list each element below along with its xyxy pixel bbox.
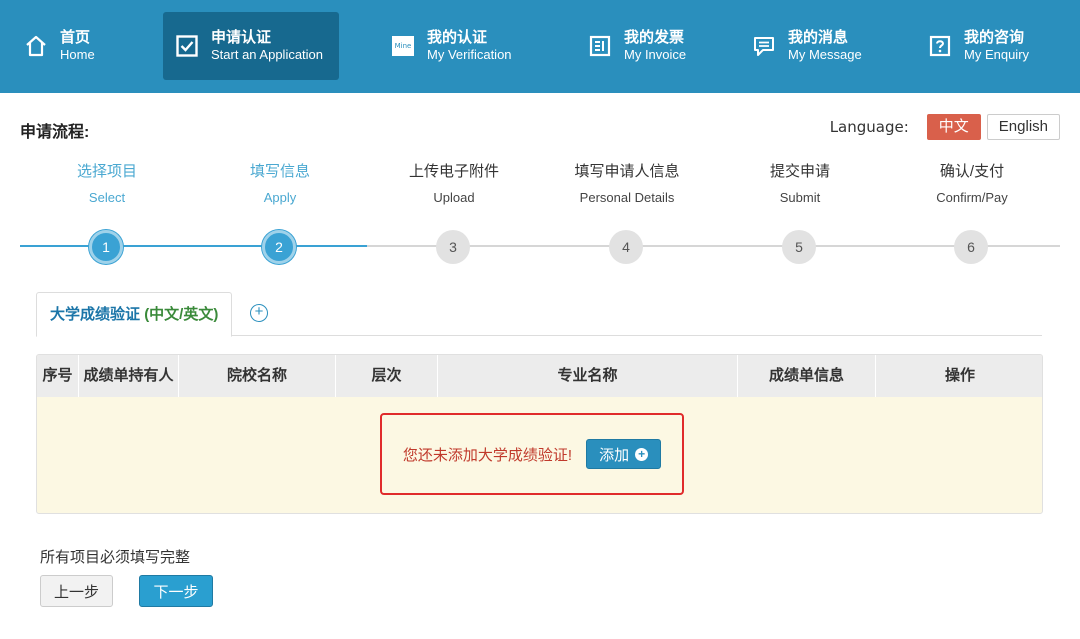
step-label-en: Submit xyxy=(779,190,821,205)
col-transcript-info: 成绩单信息 xyxy=(738,355,876,397)
nav-home-zh: 首页 xyxy=(60,28,91,46)
progress-line-done xyxy=(20,245,367,247)
transcript-table: 序号 成绩单持有人 院校名称 层次 专业名称 成绩单信息 操作 您还未添加大学成… xyxy=(36,354,1043,514)
empty-state: 您还未添加大学成绩验证! 添加 + xyxy=(380,413,684,495)
mine-icon: Mine xyxy=(389,32,417,60)
add-tab-button[interactable]: + xyxy=(250,304,268,322)
step-select: 选择项目 Select 1 xyxy=(17,160,197,264)
add-button-label: 添加 xyxy=(599,446,630,464)
tab-label: 大学成绩验证 xyxy=(50,306,141,323)
language-zh-button[interactable]: 中文 xyxy=(926,114,981,140)
col-school: 院校名称 xyxy=(179,355,336,397)
table-header: 序号 成绩单持有人 院校名称 层次 专业名称 成绩单信息 操作 xyxy=(37,355,1042,397)
nav-my-enquiry[interactable]: 我的咨询 My Enquiry xyxy=(926,12,1029,80)
step-apply: 填写信息 Apply 2 xyxy=(190,160,370,264)
home-icon xyxy=(22,32,50,60)
tab-bar: 大学成绩验证 (中文/英文) + xyxy=(36,292,1042,337)
step-label-zh: 填写信息 xyxy=(249,163,310,180)
step-label-zh: 上传电子附件 xyxy=(408,163,499,180)
nav-enquiry-en: My Enquiry xyxy=(964,47,1030,63)
nav-start-application[interactable]: 申请认证 Start an Application xyxy=(163,12,339,80)
plus-circle-icon: + xyxy=(254,303,264,320)
language-switch: Language: 中文 English xyxy=(830,114,1060,140)
col-level: 层次 xyxy=(336,355,438,397)
step-number: 5 xyxy=(782,230,816,264)
col-holder: 成绩单持有人 xyxy=(79,355,179,397)
tab-label-suffix: (中文/英文) xyxy=(144,306,219,323)
step-number: 1 xyxy=(89,230,123,264)
nav-message-zh: 我的消息 xyxy=(788,28,849,46)
language-en-button[interactable]: English xyxy=(986,114,1060,140)
progress-steps: 选择项目 Select 1 填写信息 Apply 2 上传电子附件 Upload… xyxy=(0,160,1080,270)
nav-home-en: Home xyxy=(60,47,95,63)
step-label-en: Personal Details xyxy=(579,190,675,205)
nav-my-invoice[interactable]: 我的发票 My Invoice xyxy=(586,12,686,80)
nav-my-verification[interactable]: Mine 我的认证 My Verification xyxy=(389,12,512,80)
step-label-zh: 填写申请人信息 xyxy=(574,163,680,180)
mine-icon-text: Mine xyxy=(395,42,412,50)
step-label-en: Apply xyxy=(263,190,297,205)
step-label-en: Confirm/Pay xyxy=(936,190,1008,205)
nav-invoice-en: My Invoice xyxy=(624,47,687,63)
top-nav: 首页 Home 申请认证 Start an Application Mine 我… xyxy=(0,0,1080,93)
step-number: 3 xyxy=(436,230,470,264)
col-index: 序号 xyxy=(37,355,79,397)
step-number: 4 xyxy=(609,230,643,264)
step-upload: 上传电子附件 Upload 3 xyxy=(364,160,544,264)
tab-transcript-verification[interactable]: 大学成绩验证 (中文/英文) xyxy=(36,292,233,337)
nav-my-message[interactable]: 我的消息 My Message xyxy=(750,12,862,80)
enquiry-icon xyxy=(926,32,954,60)
process-title: 申请流程: xyxy=(20,124,90,141)
nav-verification-zh: 我的认证 xyxy=(427,28,488,46)
nav-enquiry-zh: 我的咨询 xyxy=(964,28,1025,46)
step-number: 6 xyxy=(954,230,988,264)
step-label-zh: 选择项目 xyxy=(76,163,137,180)
checkbox-icon xyxy=(173,32,201,60)
nav-verification-en: My Verification xyxy=(427,47,512,63)
step-label-zh: 提交申请 xyxy=(769,163,830,180)
nav-message-en: My Message xyxy=(788,47,862,63)
nav-invoice-zh: 我的发票 xyxy=(624,28,685,46)
required-note: 所有项目必须填写完整 xyxy=(40,549,191,566)
step-label-zh: 确认/支付 xyxy=(939,163,1005,180)
nav-start-en: Start an Application xyxy=(211,47,324,63)
step-submit: 提交申请 Submit 5 xyxy=(710,160,890,264)
step-confirm-pay: 确认/支付 Confirm/Pay 6 xyxy=(882,160,1062,264)
nav-start-zh: 申请认证 xyxy=(211,28,272,46)
add-transcript-button[interactable]: 添加 + xyxy=(586,439,662,469)
step-label-en: Select xyxy=(88,190,126,205)
step-label-en: Upload xyxy=(433,190,475,205)
step-number: 2 xyxy=(262,230,296,264)
empty-message: 您还未添加大学成绩验证! xyxy=(402,446,573,464)
language-label: Language: xyxy=(829,118,909,136)
prev-step-button[interactable]: 上一步 xyxy=(40,575,113,607)
next-step-button[interactable]: 下一步 xyxy=(139,575,213,607)
nav-home[interactable]: 首页 Home xyxy=(22,12,95,80)
invoice-icon xyxy=(586,32,614,60)
col-major: 专业名称 xyxy=(438,355,738,397)
step-personal-details: 填写申请人信息 Personal Details 4 xyxy=(537,160,717,264)
message-icon xyxy=(750,32,778,60)
col-actions: 操作 xyxy=(944,367,975,384)
plus-icon: + xyxy=(635,447,649,461)
